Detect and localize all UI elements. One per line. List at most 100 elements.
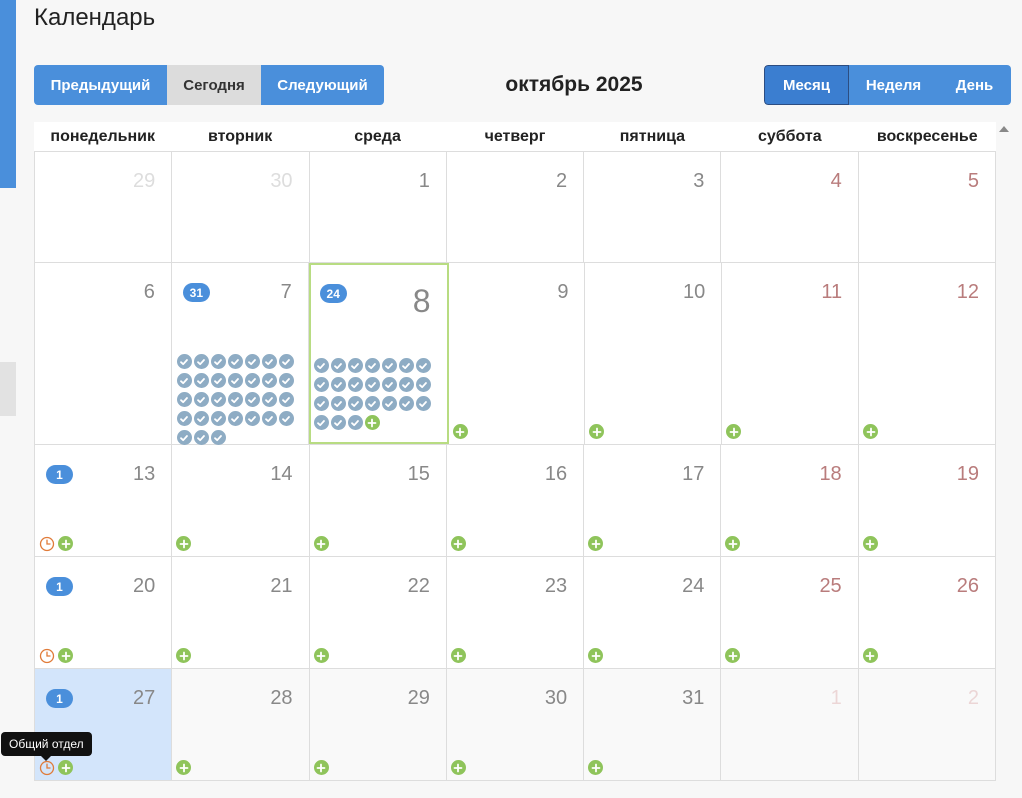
- day-number[interactable]: 13: [133, 463, 155, 486]
- event-count-badge[interactable]: 24: [319, 284, 347, 303]
- check-circle-icon[interactable]: [278, 392, 294, 407]
- check-circle-icon[interactable]: [176, 392, 192, 407]
- check-circle-icon[interactable]: [193, 411, 209, 426]
- add-event-icon[interactable]: [450, 536, 466, 551]
- day-cell[interactable]: 14: [172, 445, 310, 556]
- day-number[interactable]: 4: [831, 170, 842, 193]
- add-event-icon[interactable]: [589, 424, 605, 439]
- check-circle-icon[interactable]: [210, 373, 226, 388]
- clock-icon[interactable]: [39, 536, 55, 552]
- sidebar-handle[interactable]: [0, 362, 16, 416]
- check-circle-icon[interactable]: [210, 354, 226, 369]
- day-cell[interactable]: 30: [172, 152, 310, 262]
- day-cell[interactable]: 27 1: [35, 669, 173, 780]
- month-view-button[interactable]: Месяц: [764, 65, 849, 105]
- day-number[interactable]: 29: [408, 687, 430, 710]
- day-number[interactable]: 22: [408, 575, 430, 598]
- day-cell[interactable]: 3: [584, 152, 722, 262]
- day-cell[interactable]: 4: [721, 152, 859, 262]
- day-cell[interactable]: 2: [447, 152, 585, 262]
- day-number[interactable]: 3: [693, 170, 704, 193]
- check-circle-icon[interactable]: [330, 396, 346, 411]
- check-circle-icon[interactable]: [261, 392, 277, 407]
- week-view-button[interactable]: Неделя: [849, 65, 938, 105]
- check-circle-icon[interactable]: [261, 354, 277, 369]
- day-cell[interactable]: 24: [584, 557, 722, 668]
- day-number[interactable]: 9: [557, 281, 568, 304]
- day-cell[interactable]: 2: [858, 669, 996, 780]
- check-circle-icon[interactable]: [210, 430, 226, 445]
- check-circle-icon[interactable]: [381, 377, 397, 392]
- day-number[interactable]: 11: [821, 281, 842, 304]
- day-cell[interactable]: 26: [859, 557, 996, 668]
- day-cell[interactable]: 1: [310, 152, 447, 262]
- check-circle-icon[interactable]: [415, 396, 431, 411]
- add-event-icon[interactable]: [176, 760, 192, 775]
- day-cell[interactable]: 6: [35, 263, 172, 444]
- add-event-icon[interactable]: [588, 536, 604, 551]
- day-cell[interactable]: 31: [584, 669, 722, 780]
- day-number[interactable]: 30: [270, 170, 292, 193]
- check-circle-icon[interactable]: [193, 392, 209, 407]
- check-circle-icon[interactable]: [227, 373, 243, 388]
- day-number[interactable]: 20: [133, 575, 155, 598]
- day-number[interactable]: 19: [957, 463, 979, 486]
- add-event-icon[interactable]: [58, 536, 73, 551]
- day-number[interactable]: 26: [957, 575, 979, 598]
- check-circle-icon[interactable]: [398, 377, 414, 392]
- add-event-icon[interactable]: [313, 536, 329, 551]
- check-circle-icon[interactable]: [227, 354, 243, 369]
- add-event-icon[interactable]: [726, 424, 742, 439]
- day-number[interactable]: 30: [545, 687, 567, 710]
- check-circle-icon[interactable]: [244, 354, 260, 369]
- day-cell[interactable]: 1: [721, 669, 859, 780]
- clock-icon[interactable]: [39, 648, 55, 664]
- day-cell[interactable]: 21: [172, 557, 310, 668]
- day-cell[interactable]: 28: [172, 669, 310, 780]
- day-cell[interactable]: 16: [447, 445, 585, 556]
- check-circle-icon[interactable]: [364, 358, 380, 373]
- day-cell[interactable]: 23: [447, 557, 585, 668]
- day-cell[interactable]: 19: [859, 445, 996, 556]
- day-number[interactable]: 2: [556, 170, 567, 193]
- check-circle-icon[interactable]: [347, 415, 363, 430]
- day-cell[interactable]: 22: [310, 557, 447, 668]
- add-event-icon[interactable]: [176, 536, 192, 551]
- check-circle-icon[interactable]: [313, 377, 329, 392]
- check-circle-icon[interactable]: [381, 396, 397, 411]
- day-cell[interactable]: 29: [35, 152, 173, 262]
- day-number[interactable]: 1: [419, 170, 430, 193]
- day-number[interactable]: 18: [819, 463, 841, 486]
- day-number[interactable]: 23: [545, 575, 567, 598]
- check-circle-icon[interactable]: [261, 411, 277, 426]
- event-count-badge[interactable]: 1: [46, 465, 73, 484]
- today-button[interactable]: Сегодня: [167, 65, 261, 105]
- check-circle-icon[interactable]: [330, 358, 346, 373]
- day-number[interactable]: 15: [408, 463, 430, 486]
- day-cell[interactable]: 12: [859, 263, 997, 444]
- day-number[interactable]: 1: [831, 687, 842, 710]
- add-event-icon[interactable]: [863, 424, 879, 439]
- day-number[interactable]: 28: [270, 687, 292, 710]
- day-number[interactable]: 29: [133, 170, 155, 193]
- day-cell[interactable]: 9: [449, 263, 586, 444]
- day-number[interactable]: 16: [545, 463, 567, 486]
- add-event-icon[interactable]: [588, 648, 604, 663]
- add-event-icon[interactable]: [313, 760, 329, 775]
- check-circle-icon[interactable]: [210, 411, 226, 426]
- check-circle-icon[interactable]: [176, 430, 192, 445]
- check-circle-icon[interactable]: [227, 411, 243, 426]
- day-cell-today[interactable]: 8 24: [308, 263, 449, 444]
- day-cell[interactable]: 20 1: [35, 557, 173, 668]
- day-cell[interactable]: 30: [446, 669, 585, 780]
- day-cell[interactable]: 15: [310, 445, 447, 556]
- add-event-icon[interactable]: [725, 648, 741, 663]
- day-cell[interactable]: 5: [859, 152, 996, 262]
- check-circle-icon[interactable]: [364, 396, 380, 411]
- check-circle-icon[interactable]: [330, 415, 346, 430]
- clock-icon[interactable]: [39, 760, 55, 776]
- add-event-icon[interactable]: [58, 760, 73, 775]
- next-button[interactable]: Следующий: [261, 65, 384, 105]
- day-number[interactable]: 14: [270, 463, 292, 486]
- add-event-icon[interactable]: [588, 760, 604, 775]
